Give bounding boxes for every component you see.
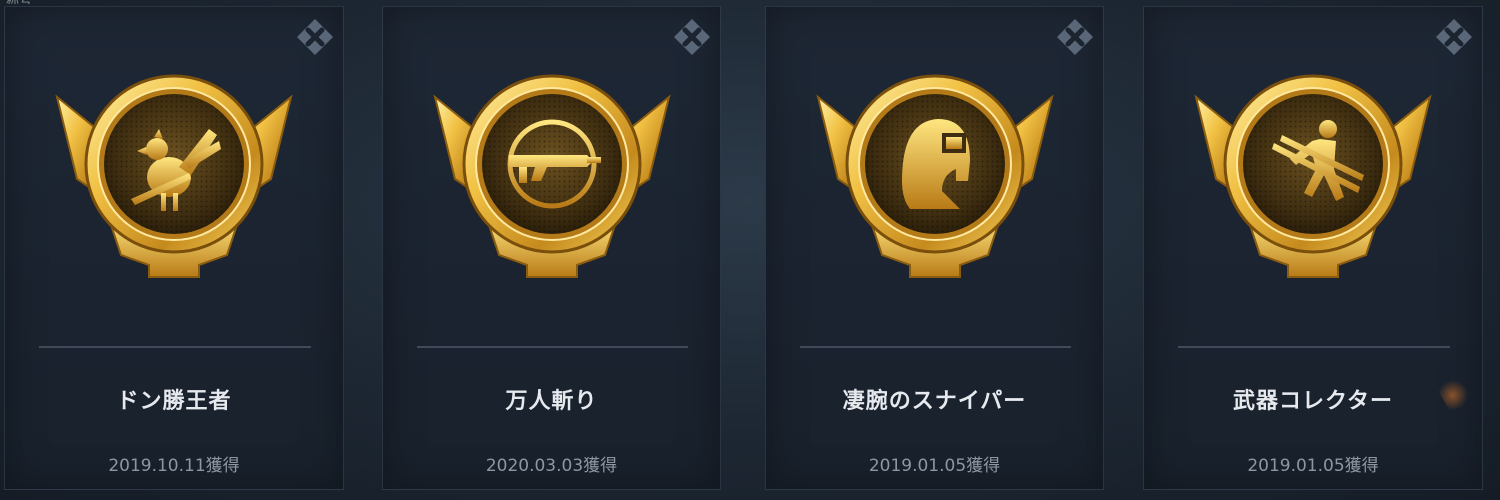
medal-title: 凄腕のスナイパー [842, 389, 1027, 414]
divider [417, 346, 688, 348]
medal-date: 2019.10.11獲得 [108, 456, 240, 476]
medal-date: 2020.03.03獲得 [485, 456, 618, 476]
header-fragment-label: 称号 [6, 0, 66, 4]
remove-button[interactable] [672, 17, 712, 57]
remove-button[interactable] [1434, 17, 1474, 57]
medal-title: 武器コレクター [1232, 389, 1394, 414]
medal-card-4[interactable]: 武器コレクター 2019.01.05獲得 [1143, 6, 1483, 490]
medal-title: 万人斬り [505, 389, 598, 414]
medal-title: ドン勝王者 [116, 389, 232, 414]
divider [39, 346, 311, 348]
close-icon [1436, 19, 1472, 55]
close-icon [1057, 19, 1093, 55]
medal-card-3[interactable]: 凄腕のスナイパー 2019.01.05獲得 [765, 6, 1104, 490]
medal-badge [810, 69, 1060, 279]
divider [800, 346, 1071, 348]
medal-badge [49, 69, 299, 279]
medal-card-2[interactable]: 万人斬り 2020.03.03獲得 [382, 6, 721, 490]
remove-button[interactable] [1055, 17, 1095, 57]
medal-date: 2019.01.05獲得 [868, 456, 1001, 476]
medal-date: 2019.01.05獲得 [1247, 456, 1379, 476]
close-icon [297, 19, 333, 55]
medal-badge [1188, 69, 1438, 279]
divider [1178, 346, 1450, 348]
medal-card-1[interactable]: ドン勝王者 2019.10.11獲得 [4, 6, 344, 490]
close-icon [674, 19, 710, 55]
remove-button[interactable] [295, 17, 335, 57]
medal-badge [427, 69, 677, 279]
